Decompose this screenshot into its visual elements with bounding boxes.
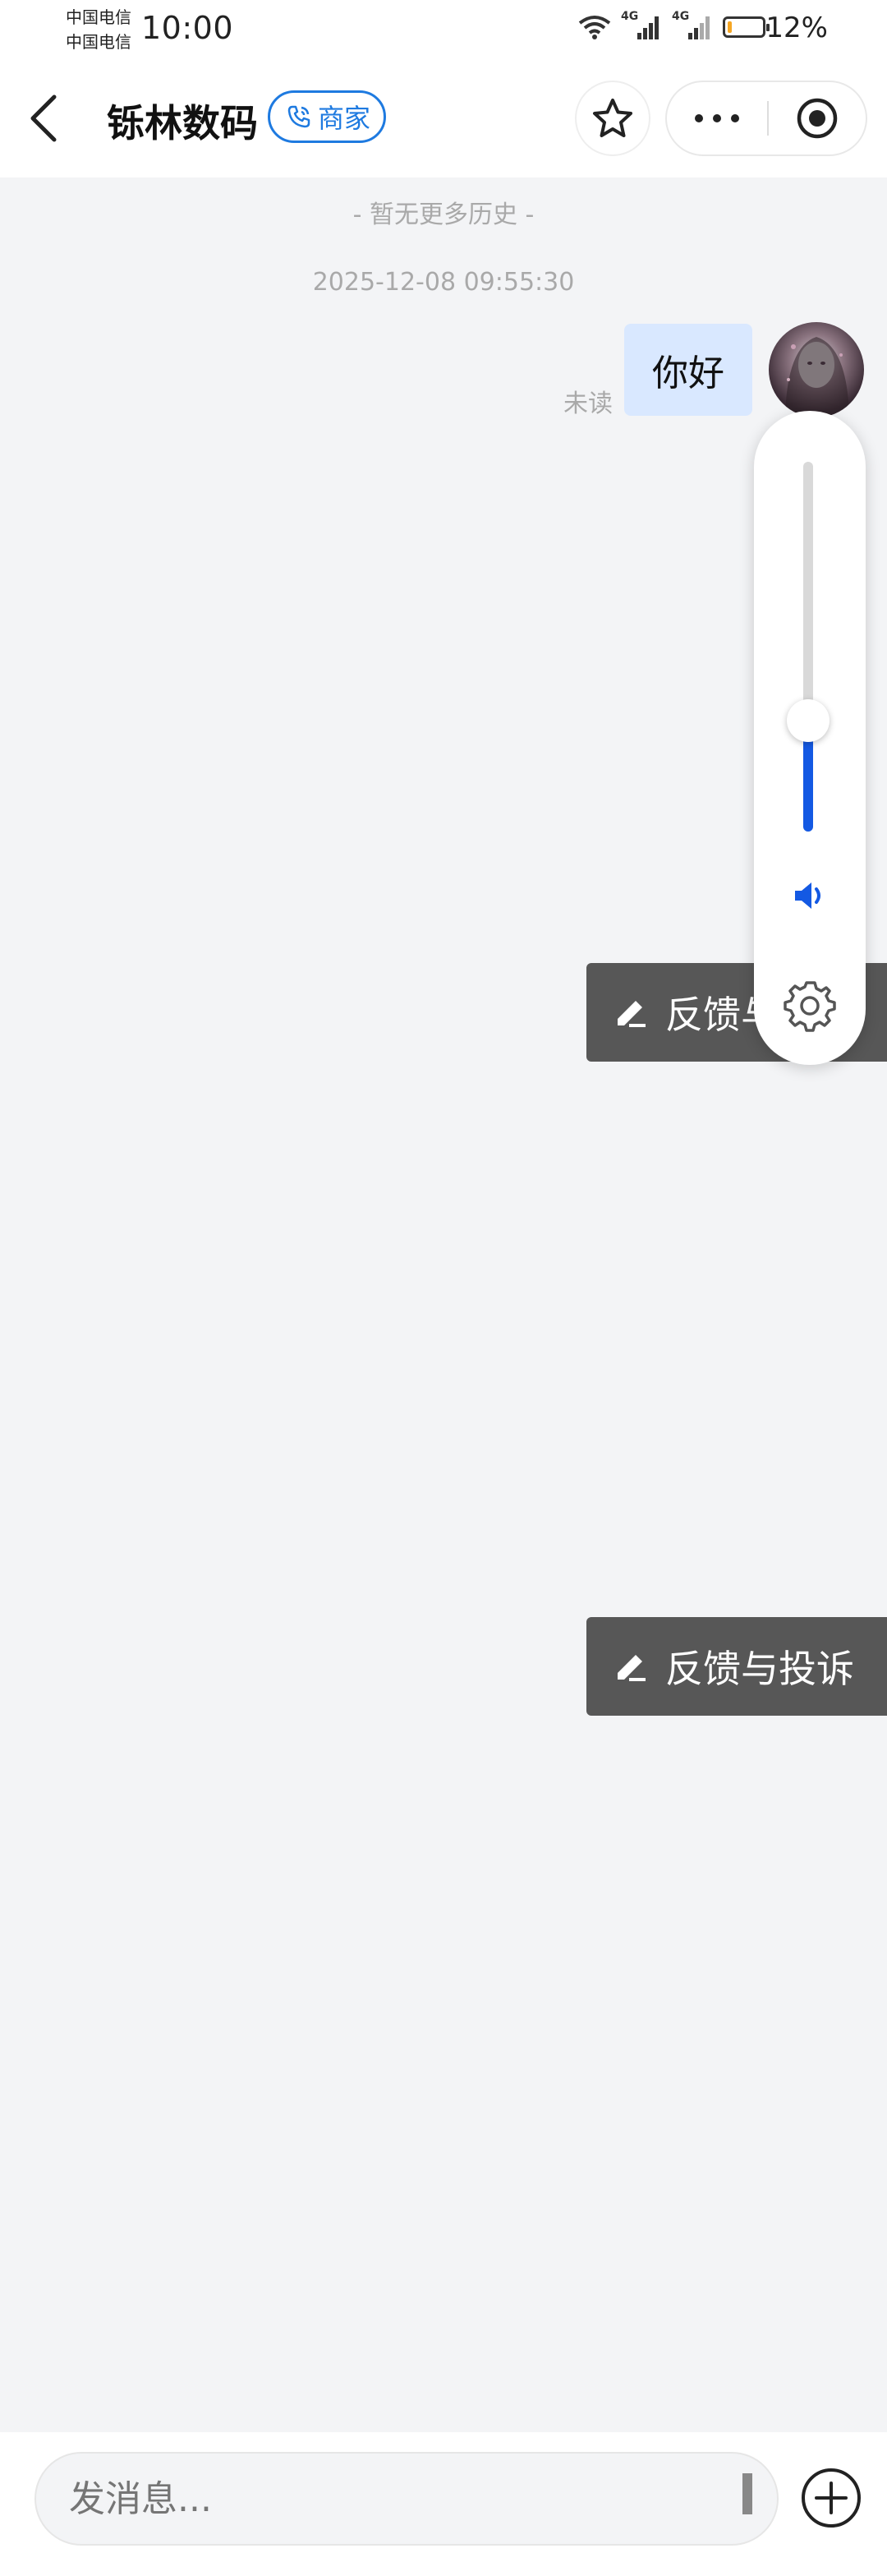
page-title: 铄林数码 [107,101,258,145]
edit-pen-icon [618,1001,646,1027]
more-dots-icon [695,114,739,122]
merchant-tag-label: 商家 [318,103,371,134]
mini-program-capsule [665,81,867,156]
battery-percent: 12% [765,12,828,44]
settings-button[interactable] [782,978,838,1037]
more-button[interactable] [667,82,767,154]
back-button[interactable] [25,92,66,145]
add-attachment-button[interactable] [800,2467,862,2529]
feedback-button[interactable]: 反馈与投诉 [586,1617,887,1716]
star-icon [593,99,632,137]
carrier-name-2: 中国电信 [66,32,131,52]
carrier-info: 中国电信 中国电信 [66,5,131,54]
back-arrow-icon [30,94,57,142]
composer-bar [0,2432,887,2576]
status-icons: 4G 4G [578,10,770,41]
carrier-name-1: 中国电信 [66,7,131,27]
edit-pen-icon [618,1655,646,1681]
message-input[interactable] [34,2452,779,2546]
signal-icon-2: 4G [672,10,713,41]
gear-icon [784,981,836,1032]
volume-panel [754,411,866,1065]
read-status: 未读 [563,389,613,418]
volume-slider-thumb[interactable] [787,699,830,742]
battery-icon [723,16,770,38]
input-caret [742,2473,752,2514]
history-notice: - 暂无更多历史 - [352,200,535,229]
target-icon [797,98,838,139]
plus-circle-icon [802,2468,861,2528]
phone-icon [287,105,310,128]
close-button[interactable] [769,82,866,154]
favorite-button[interactable] [575,81,650,156]
status-bar: 中国电信 中国电信 10:00 4G 4G 12% [0,0,887,61]
nav-bar: 铄林数码 商家 [0,61,887,177]
battery-level [728,21,732,33]
avatar[interactable] [769,322,864,417]
volume-slider-track[interactable] [803,462,813,832]
avatar-image [785,337,849,417]
wifi-icon [578,16,611,39]
message-timestamp: 2025-12-08 09:55:30 [312,268,575,297]
mute-button[interactable] [790,876,830,919]
message-bubble[interactable]: 你好 [624,324,752,416]
feedback-label: 反馈与投诉 [665,1647,854,1691]
signal-icon-1: 4G [621,10,662,41]
status-time: 10:00 [141,10,234,46]
merchant-tag[interactable]: 商家 [268,90,387,143]
speaker-icon [795,882,820,909]
